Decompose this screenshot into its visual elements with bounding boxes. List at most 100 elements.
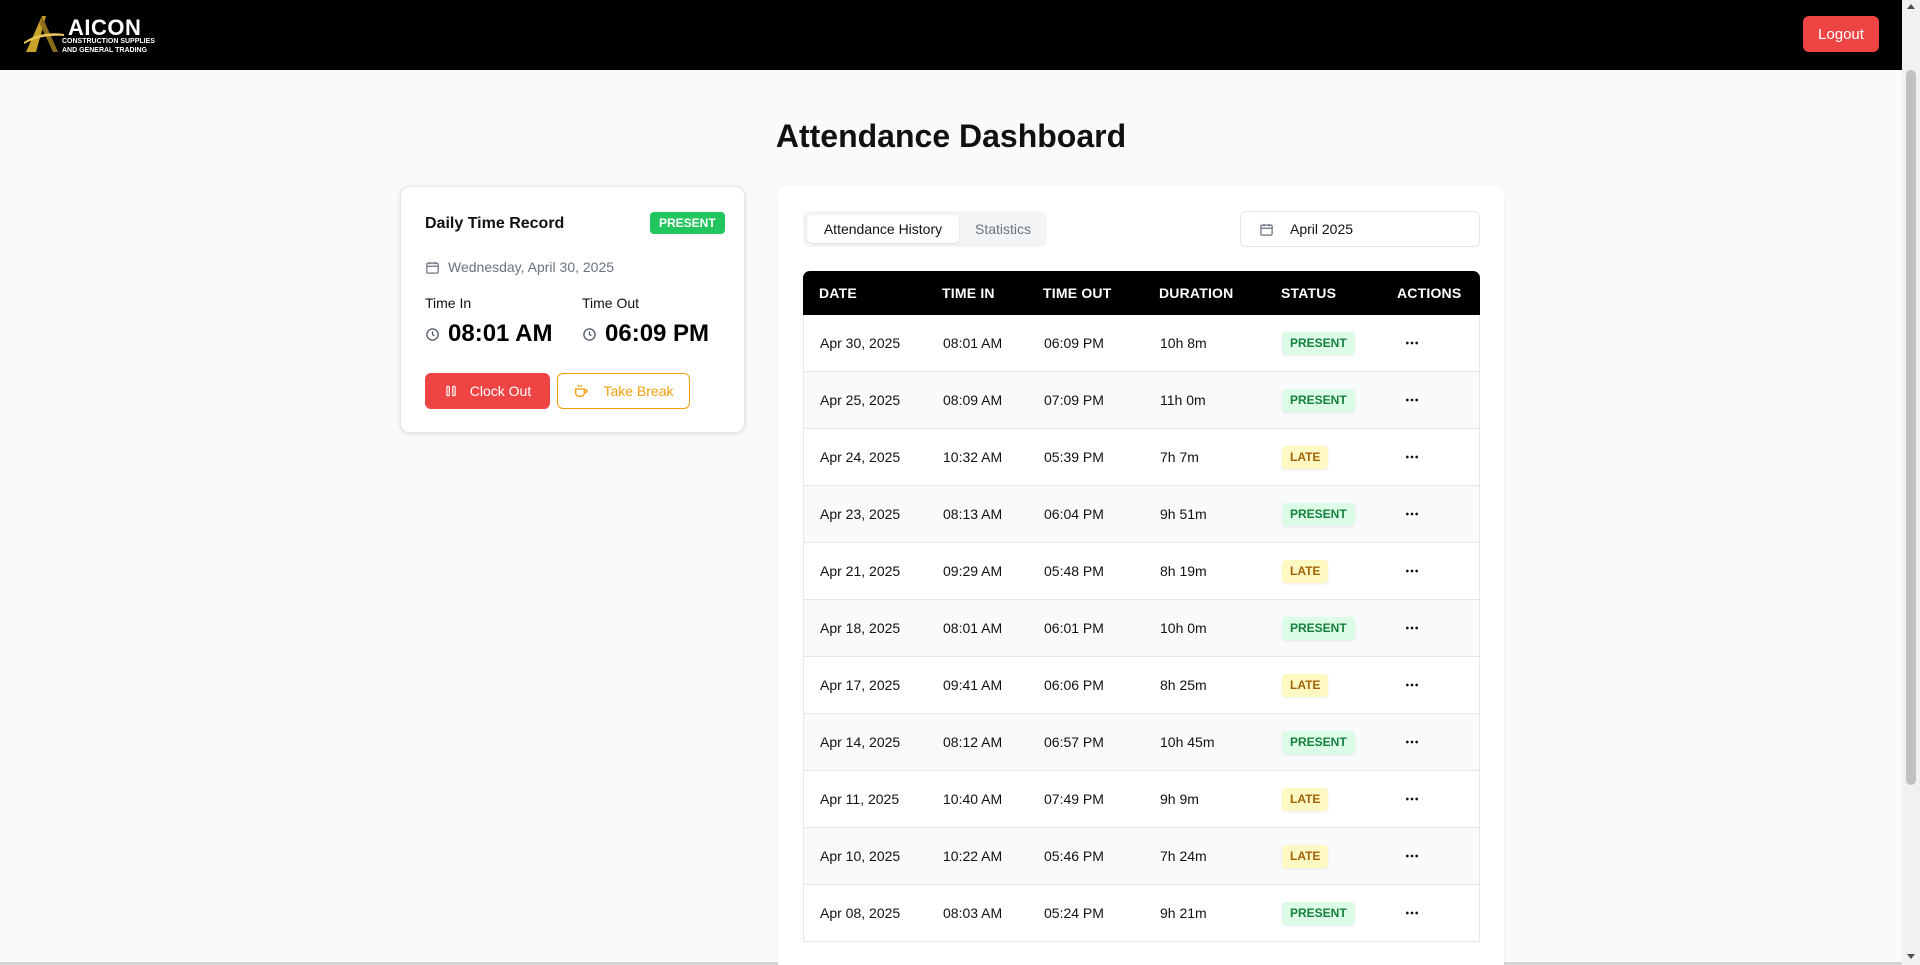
cell-time-in: 08:09 AM xyxy=(943,392,1003,408)
top-bar: AICON CONSTRUCTION SUPPLIES AND GENERAL … xyxy=(0,0,1902,70)
scroll-thumb[interactable] xyxy=(1906,70,1916,785)
tab-attendance-history[interactable]: Attendance History xyxy=(807,215,959,243)
cell-duration: 11h 0m xyxy=(1160,392,1206,408)
status-badge: LATE xyxy=(1282,446,1329,469)
time-in-text: 08:01 AM xyxy=(448,320,553,347)
cell-duration: 8h 25m xyxy=(1160,677,1207,693)
table-row: Apr 25, 2025 08:09 AM 07:09 PM 11h 0m PRESEN… xyxy=(803,372,1480,429)
coffee-icon xyxy=(575,385,589,397)
take-break-label: Take Break xyxy=(603,383,674,399)
status-badge: LATE xyxy=(1282,560,1329,583)
column-header-time-out: TIME OUT xyxy=(1043,285,1112,301)
table-row: Apr 14, 2025 08:12 AM 06:57 PM 10h 45m PRESE… xyxy=(803,714,1480,771)
more-actions-icon[interactable] xyxy=(1404,791,1420,807)
table-row: Apr 23, 2025 08:13 AM 06:04 PM 9h 51m PRESEN… xyxy=(803,486,1480,543)
brand-subtitle: CONSTRUCTION SUPPLIES AND GENERAL TRADIN… xyxy=(62,37,172,55)
cell-duration: 8h 19m xyxy=(1160,563,1207,579)
cell-time-out: 06:09 PM xyxy=(1044,335,1104,351)
cell-time-out: 05:39 PM xyxy=(1044,449,1104,465)
cell-time-out: 06:06 PM xyxy=(1044,677,1104,693)
cell-duration: 7h 24m xyxy=(1160,848,1207,864)
cell-time-out: 05:46 PM xyxy=(1044,848,1104,864)
take-break-button[interactable]: Take Break xyxy=(557,373,690,409)
table-row: Apr 11, 2025 10:40 AM 07:49 PM 9h 9m LATE xyxy=(803,771,1480,828)
more-actions-icon[interactable] xyxy=(1404,506,1420,522)
table-row: Apr 10, 2025 10:22 AM 05:46 PM 7h 24m LATE xyxy=(803,828,1480,885)
cell-duration: 9h 51m xyxy=(1160,506,1207,522)
vertical-scrollbar[interactable] xyxy=(1902,0,1920,965)
time-out-label: Time Out xyxy=(582,295,640,311)
cell-date: Apr 10, 2025 xyxy=(820,848,901,864)
more-actions-icon[interactable] xyxy=(1404,335,1420,351)
column-header-actions: ACTIONS xyxy=(1397,285,1462,301)
status-badge: LATE xyxy=(1282,788,1329,811)
record-date: Wednesday, April 30, 2025 xyxy=(425,259,614,275)
attendance-panel: Attendance History Statistics April 2025… xyxy=(778,186,1504,965)
time-out-text: 06:09 PM xyxy=(605,320,710,347)
cell-duration: 10h 0m xyxy=(1160,620,1207,636)
time-out-value: 06:09 PM xyxy=(582,320,709,348)
more-actions-icon[interactable] xyxy=(1404,449,1420,465)
more-actions-icon[interactable] xyxy=(1404,620,1420,636)
table-row: Apr 30, 2025 08:01 AM 06:09 PM 10h 8m PRESEN… xyxy=(803,315,1480,372)
status-badge: PRESENT xyxy=(1282,332,1355,355)
more-actions-icon[interactable] xyxy=(1404,848,1420,864)
company-logo[interactable]: AICON CONSTRUCTION SUPPLIES AND GENERAL … xyxy=(22,12,162,56)
cell-time-in: 08:13 AM xyxy=(943,506,1003,522)
table-row: Apr 08, 2025 08:03 AM 05:24 PM 9h 21m PRESEN… xyxy=(803,885,1480,942)
month-picker[interactable]: April 2025 xyxy=(1240,211,1480,247)
month-picker-value: April 2025 xyxy=(1290,221,1354,237)
cell-time-out: 06:01 PM xyxy=(1044,620,1104,636)
status-badge: PRESENT xyxy=(1282,389,1355,412)
tab-statistics[interactable]: Statistics xyxy=(963,215,1043,243)
more-actions-icon[interactable] xyxy=(1404,563,1420,579)
cell-time-out: 05:24 PM xyxy=(1044,905,1104,921)
table-row: Apr 18, 2025 08:01 AM 06:01 PM 10h 0m PRESEN… xyxy=(803,600,1480,657)
calendar-icon xyxy=(1260,223,1273,236)
calendar-icon xyxy=(426,261,439,274)
cell-time-out: 06:04 PM xyxy=(1044,506,1104,522)
cell-date: Apr 23, 2025 xyxy=(820,506,901,522)
cell-date: Apr 14, 2025 xyxy=(820,734,901,750)
status-badge: PRESENT xyxy=(1282,503,1355,526)
cell-duration: 9h 9m xyxy=(1160,791,1199,807)
column-header-status: STATUS xyxy=(1281,285,1337,301)
clock-icon xyxy=(583,327,596,341)
more-actions-icon[interactable] xyxy=(1404,734,1420,750)
cell-time-in: 09:41 AM xyxy=(943,677,1003,693)
scroll-up-icon[interactable] xyxy=(1907,4,1915,9)
card-title: Daily Time Record xyxy=(425,215,565,232)
brand-subtitle-line1: CONSTRUCTION SUPPLIES xyxy=(62,38,155,45)
cell-time-in: 10:40 AM xyxy=(943,791,1003,807)
cell-duration: 9h 21m xyxy=(1160,905,1207,921)
status-badge: PRESENT xyxy=(1282,902,1355,925)
table-body: Apr 30, 2025 08:01 AM 06:09 PM 10h 8m PRESEN… xyxy=(803,315,1480,942)
attendance-table: DATE TIME IN TIME OUT DURATION STATUS AC… xyxy=(803,271,1480,942)
clock-out-button[interactable]: Clock Out xyxy=(425,373,550,409)
more-actions-icon[interactable] xyxy=(1404,905,1420,921)
logo-mark-icon xyxy=(24,16,64,52)
cell-time-in: 09:29 AM xyxy=(943,563,1003,579)
scroll-down-icon[interactable] xyxy=(1907,954,1915,959)
cell-time-in: 08:01 AM xyxy=(943,335,1003,351)
logout-button[interactable]: Logout xyxy=(1803,16,1879,52)
cell-date: Apr 08, 2025 xyxy=(820,905,901,921)
cell-time-out: 07:09 PM xyxy=(1044,392,1104,408)
more-actions-icon[interactable] xyxy=(1404,392,1420,408)
status-badge: PRESENT xyxy=(1282,617,1355,640)
cell-time-out: 05:48 PM xyxy=(1044,563,1104,579)
status-badge: LATE xyxy=(1282,845,1329,868)
table-header: DATE TIME IN TIME OUT DURATION STATUS AC… xyxy=(803,271,1480,315)
more-actions-icon[interactable] xyxy=(1404,677,1420,693)
pause-icon xyxy=(446,385,456,397)
brand-subtitle-line2: AND GENERAL TRADING xyxy=(62,47,148,54)
column-header-time-in: TIME IN xyxy=(942,285,995,301)
status-badge: PRESENT xyxy=(650,212,725,234)
cell-time-in: 10:22 AM xyxy=(943,848,1003,864)
cell-date: Apr 24, 2025 xyxy=(820,449,901,465)
cell-time-out: 06:57 PM xyxy=(1044,734,1104,750)
page-title: Attendance Dashboard xyxy=(775,118,1127,154)
column-header-date: DATE xyxy=(819,285,857,301)
cell-time-in: 08:12 AM xyxy=(943,734,1003,750)
cell-date: Apr 30, 2025 xyxy=(820,335,901,351)
